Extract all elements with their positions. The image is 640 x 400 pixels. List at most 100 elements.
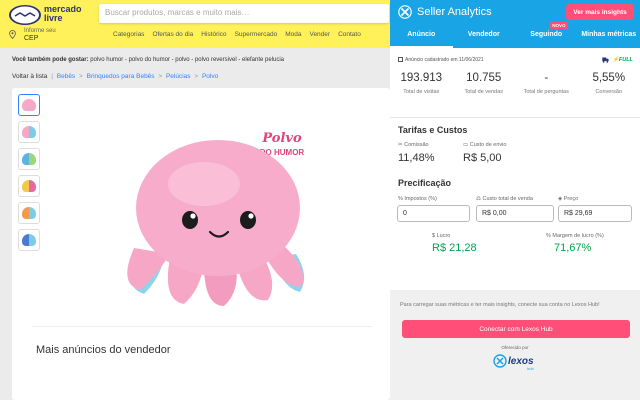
stat-label: Total de visitas: [403, 89, 440, 95]
nav-historico[interactable]: Histórico: [201, 31, 226, 38]
price-label: ◈ Preço: [558, 196, 579, 202]
stats-row: 193.913 Total de visitas 10.755 Total de…: [390, 72, 640, 96]
nav-ofertas[interactable]: Ofertas do dia: [152, 31, 193, 38]
seller-analytics-panel: Seller Analytics Ver mais insights Anúnc…: [390, 0, 640, 400]
ml-header: mercado livre Buscar produtos, marcas e …: [0, 0, 390, 48]
stat-label: Conversão: [595, 89, 623, 95]
price-input[interactable]: R$ 29,69: [558, 205, 632, 222]
divider: [32, 326, 372, 327]
tab-label: Seguindo: [530, 31, 563, 38]
connect-message: Para carregar suas métricas e ter mais i…: [400, 302, 600, 308]
more-insights-button[interactable]: Ver mais insights: [566, 4, 634, 20]
profit-margin-label: % Margem de lucro (%): [546, 233, 604, 239]
tab-label: Anúncio: [407, 31, 436, 38]
stat-value: 10.755: [466, 72, 502, 84]
new-badge: NOVO: [550, 22, 568, 29]
stat-questions: - Total de perguntas: [515, 72, 578, 96]
profit-label: $ Lucro: [432, 233, 451, 239]
thumbnail[interactable]: [18, 94, 40, 116]
tab-label: Minhas métricas: [581, 31, 637, 38]
full-badge: ⚡FULL: [612, 57, 633, 63]
breadcrumb-separator: >: [158, 73, 163, 80]
mercadolivre-logo-text: mercado livre: [44, 5, 82, 23]
stat-sales: 10.755 Total de vendas: [453, 72, 516, 96]
cep-label[interactable]: Informe seu: [24, 28, 56, 34]
lexos-hub-logo[interactable]: lexos hub: [493, 352, 543, 372]
stat-label: Total de perguntas: [523, 89, 569, 95]
stat-value: 193.913: [400, 72, 443, 84]
back-to-list-link[interactable]: Voltar à lista: [12, 73, 47, 80]
cep-value[interactable]: CEP: [24, 35, 38, 42]
nav-moda[interactable]: Moda: [285, 31, 301, 38]
fees-title: Tarifas e Custos: [398, 125, 468, 135]
truck-icon: [602, 57, 609, 63]
sale-cost-input[interactable]: R$ 0,00: [476, 205, 554, 222]
location-pin-icon: [9, 30, 16, 39]
breadcrumb-item[interactable]: Pelúcias: [166, 73, 191, 80]
profit-margin-label-text: Margem de lucro (%): [552, 233, 604, 239]
suggestions-prefix: Você também pode gostar:: [12, 57, 89, 63]
nav-supermercado[interactable]: Supermercado: [235, 31, 278, 38]
stat-value: -: [544, 72, 549, 84]
logo-line-2: livre: [44, 13, 63, 23]
thumbnail[interactable]: [18, 121, 40, 143]
more-listings-title: Mais anúncios do vendedor: [36, 344, 171, 356]
ml-nav: Categorias Ofertas do dia Histórico Supe…: [113, 31, 361, 38]
commission-value: 11,48%: [398, 152, 435, 164]
mercadolivre-logo-icon[interactable]: [8, 4, 42, 26]
stat-visits: 193.913 Total de visitas: [390, 72, 453, 96]
nav-vender[interactable]: Vender: [309, 31, 330, 38]
offered-by-label: Oferecido por: [501, 345, 529, 350]
profit-margin-value: 71,67%: [554, 242, 592, 254]
pricing-title: Precificação: [398, 178, 452, 188]
tab-label: Vendedor: [467, 31, 500, 38]
shipping-cost-label-text: Custo de envio: [469, 142, 507, 148]
suggestions-links[interactable]: polvo humor - polvo do humor - polvo - p…: [90, 57, 284, 63]
breadcrumb-separator: >: [79, 73, 83, 80]
search-placeholder: Buscar produtos, marcas e muito mais…: [105, 8, 250, 17]
stat-value: 5,55%: [592, 72, 626, 84]
sa-header: Seller Analytics Ver mais insights Anúnc…: [390, 0, 640, 48]
search-input[interactable]: Buscar produtos, marcas e muito mais…: [99, 4, 389, 23]
thumbnail[interactable]: [18, 175, 40, 197]
thumbnail[interactable]: [18, 229, 40, 251]
commission-label-text: Comissão: [404, 142, 429, 148]
full-label: FULL: [618, 57, 633, 63]
breadcrumb-item[interactable]: Polvo: [202, 73, 218, 80]
tax-input[interactable]: 0: [397, 205, 470, 222]
stat-label: Total de vendas: [464, 89, 504, 95]
breadcrumb-separator: >: [194, 73, 199, 80]
tab-seguindo[interactable]: NOVO Seguindo: [515, 22, 578, 48]
connect-lexos-button[interactable]: Conectar com Lexos Hub: [402, 320, 630, 338]
breadcrumb-item[interactable]: Bebês: [57, 73, 75, 80]
sa-title: Seller Analytics: [417, 6, 492, 18]
mercadolivre-page: mercado livre Buscar produtos, marcas e …: [0, 0, 390, 400]
suggestions: Você também pode gostar: polvo humor - p…: [12, 57, 284, 63]
tab-anuncio[interactable]: Anúncio: [390, 26, 453, 48]
product-image-text: Polvo: [261, 131, 302, 146]
profit-value: R$ 21,28: [432, 242, 477, 254]
profit-label-text: Lucro: [436, 233, 451, 239]
listing-created-text: Anúncio cadastrado em 11/06/2021: [405, 57, 484, 63]
stat-conversion: 5,55% Conversão: [578, 72, 640, 96]
thumbnail[interactable]: [18, 148, 40, 170]
product-image[interactable]: Polvo DO HUMOR: [104, 108, 334, 318]
tax-label-text: Impostos (%): [404, 196, 437, 202]
tab-minhas-metricas[interactable]: Minhas métricas: [578, 26, 640, 48]
breadcrumb-item[interactable]: Brinquedos para Bebês: [87, 73, 155, 80]
thumbnail[interactable]: [18, 202, 40, 224]
divider: [390, 117, 640, 118]
product-card: Polvo DO HUMOR Mais anúncios do vendedor: [12, 88, 390, 400]
shipping-cost-value: R$ 5,00: [463, 152, 502, 164]
breadcrumb-separator: |: [51, 73, 53, 80]
lexos-hub-wordmark: hub: [527, 366, 534, 371]
sale-cost-label-text: Custo total de venda: [482, 196, 533, 202]
thumbnail-list: [18, 94, 40, 256]
tab-vendedor[interactable]: Vendedor: [453, 26, 516, 48]
nav-contato[interactable]: Contato: [338, 31, 361, 38]
sa-tabs: Anúncio Vendedor NOVO Seguindo Minhas mé…: [390, 22, 640, 48]
commission-label: ✂ Comissão: [398, 142, 429, 148]
connect-section: Para carregar suas métricas e ter mais i…: [390, 290, 640, 400]
seller-analytics-logo-icon: [398, 5, 412, 19]
nav-categorias[interactable]: Categorias: [113, 31, 144, 38]
